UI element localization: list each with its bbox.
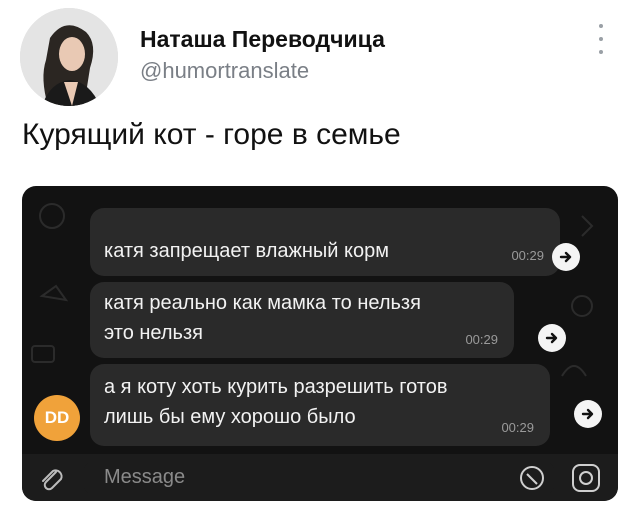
message-bubble[interactable]: а я коту хоть курить разрешить готов лиш… (90, 364, 550, 446)
message-bubble[interactable]: катя реально как мамка то нельзя это нел… (90, 282, 514, 358)
more-options-icon[interactable] (596, 24, 606, 54)
message-text: а я коту хоть курить разрешить готов (104, 376, 448, 398)
message-input-placeholder: Message (104, 466, 186, 488)
message-time: 00:29 (501, 420, 534, 435)
post-text: Курящий кот - горе в семье (22, 118, 401, 151)
attach-icon[interactable] (36, 463, 66, 498)
author-handle[interactable]: @humortranslate (140, 58, 309, 84)
forward-arrow-icon (545, 332, 558, 344)
sticker-icon[interactable] (518, 464, 546, 497)
forward-arrow-icon (581, 408, 594, 420)
forward-button[interactable] (538, 324, 566, 352)
message-time: 00:29 (511, 248, 544, 263)
message-bubble[interactable]: катя запрещает влажный корм 00:29 (90, 208, 560, 276)
message-text: лишь бы ему хорошо было (104, 406, 356, 428)
forward-button[interactable] (574, 400, 602, 428)
camera-icon[interactable] (570, 462, 602, 499)
forward-button[interactable] (552, 243, 580, 271)
message-input-bar: Message (22, 454, 618, 501)
post-image[interactable]: ─── катя запрещает влажный корм 00:29 ка… (22, 186, 618, 501)
message-text: катя реально как мамка то нельзя (104, 292, 421, 314)
message-time: 00:29 (465, 332, 498, 347)
message-text: это нельзя (104, 322, 203, 344)
author-avatar[interactable] (20, 8, 118, 106)
author-name[interactable]: Наташа Переводчица (140, 26, 385, 53)
author-photo (20, 8, 118, 106)
sender-avatar[interactable]: DD (34, 395, 80, 441)
forward-arrow-icon (559, 251, 572, 263)
message-text: катя запрещает влажный корм (104, 240, 389, 262)
